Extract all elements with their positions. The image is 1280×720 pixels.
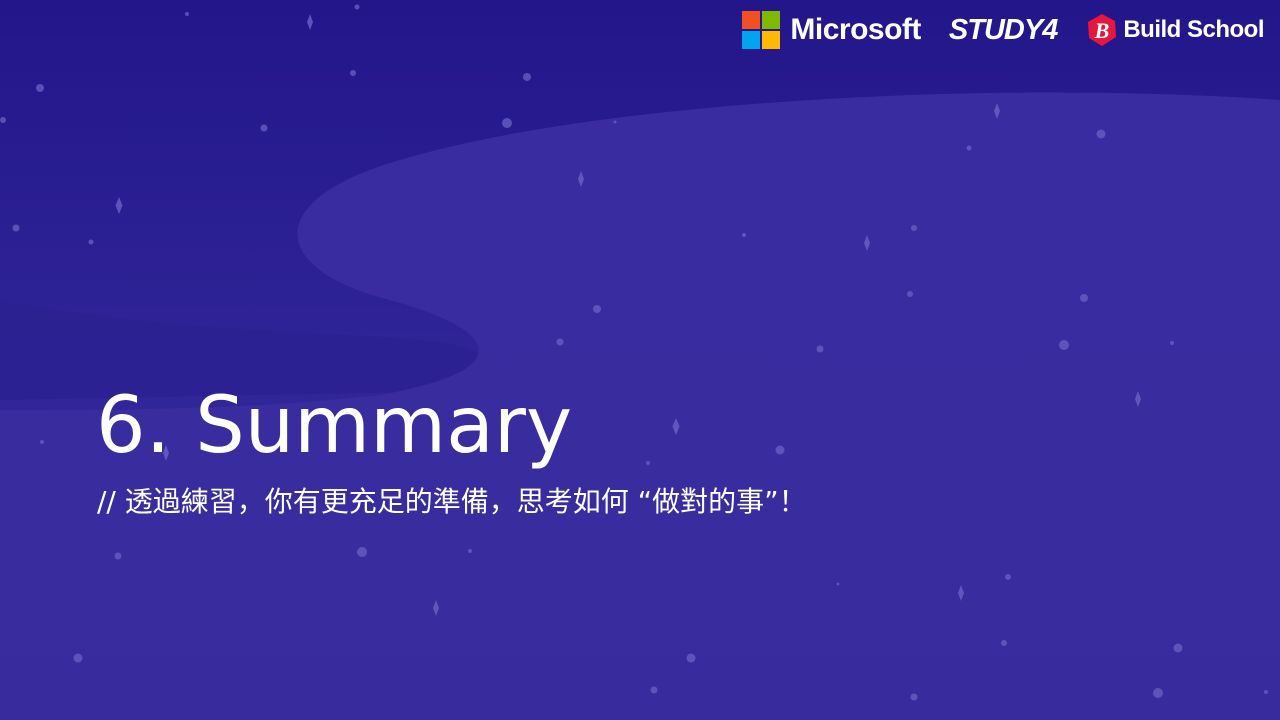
build-school-logo: B Build School <box>1085 13 1264 47</box>
slide: Microsoft STUDY4 B Build School 6. Summa… <box>0 0 1280 720</box>
build-school-logo-text: Build School <box>1123 16 1264 43</box>
study4-logo: STUDY4 <box>948 13 1058 46</box>
partner-logos: Microsoft STUDY4 B Build School <box>742 8 1264 52</box>
svg-text:B: B <box>1094 18 1110 43</box>
microsoft-logo-text: Microsoft <box>790 13 921 46</box>
slide-subtitle: // 透過練習，你有更充足的準備，思考如何 “做對的事”！ <box>97 485 807 518</box>
microsoft-windows-icon <box>742 11 781 49</box>
slide-title: 6. Summary <box>96 381 573 471</box>
build-school-badge-icon: B <box>1088 14 1117 46</box>
microsoft-logo: Microsoft <box>742 11 921 49</box>
background-decoration <box>0 4 1280 720</box>
